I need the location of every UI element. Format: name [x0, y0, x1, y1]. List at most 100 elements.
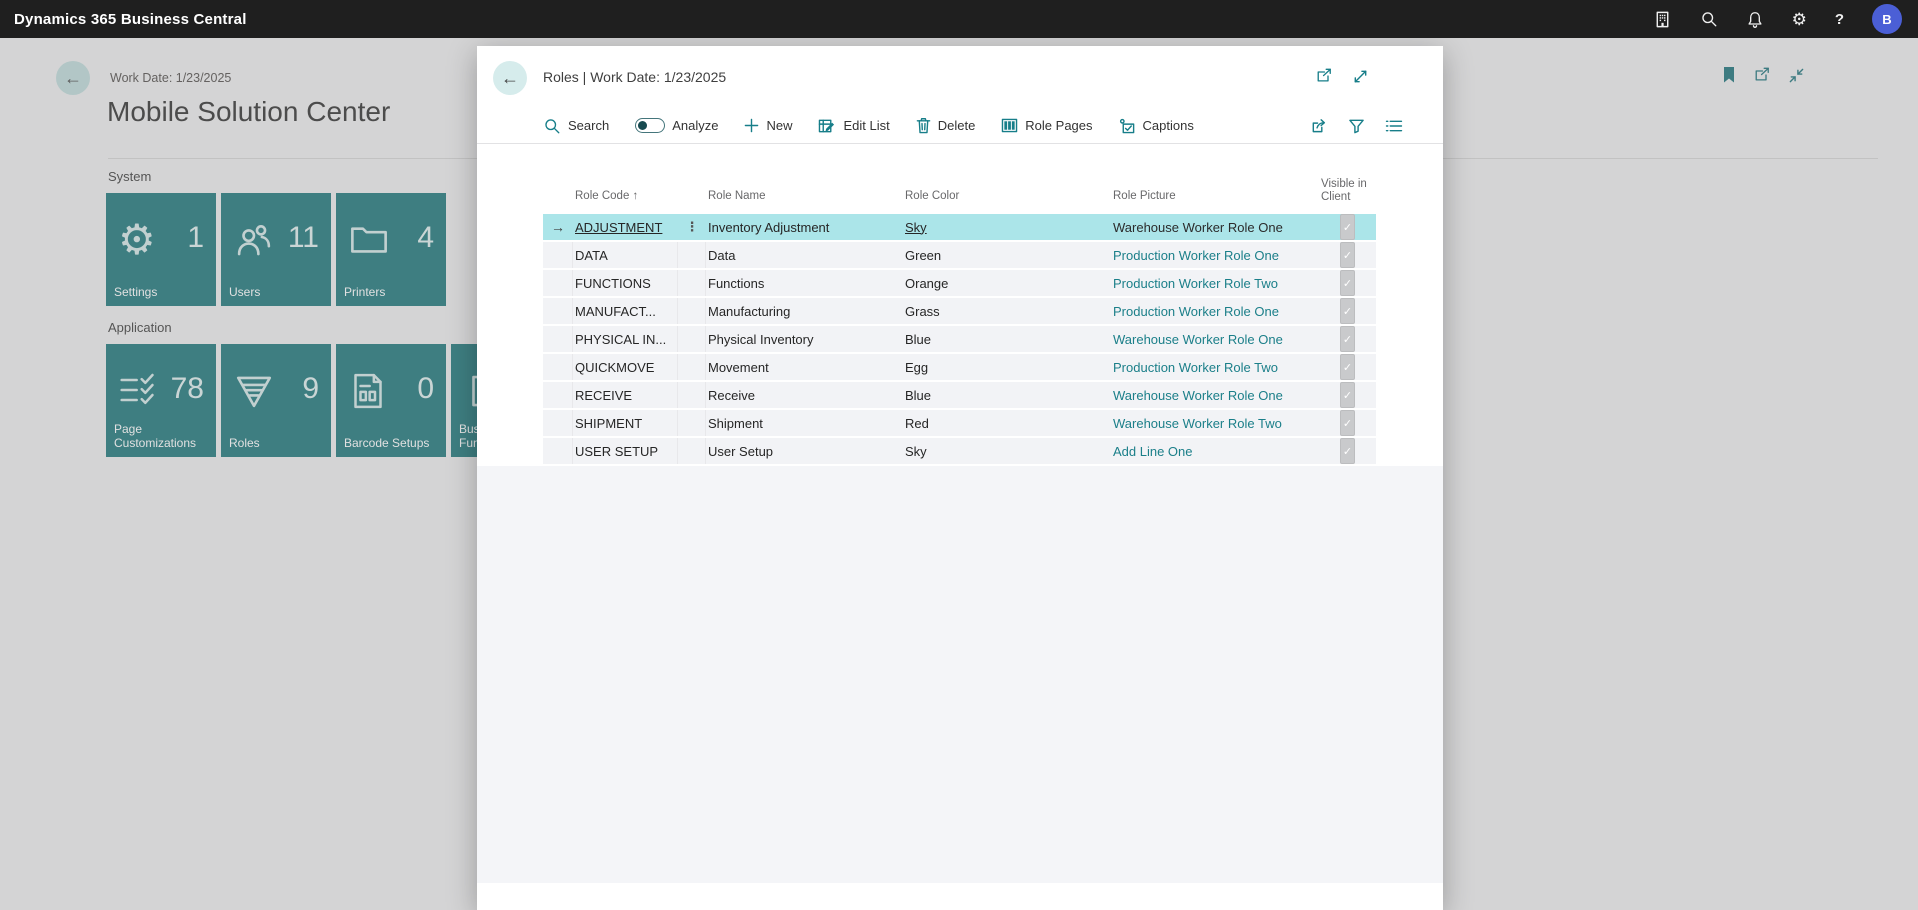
trash-icon — [916, 117, 931, 134]
table-row[interactable]: PHYSICAL IN... Physical Inventory Blue W… — [543, 326, 1376, 354]
row-menu-icon[interactable] — [678, 410, 706, 436]
row-menu-icon[interactable] — [678, 298, 706, 324]
screen: Dynamics 365 Business Central ⚙ ? B ← Wo… — [0, 0, 1918, 910]
cell-role-picture-link[interactable]: Warehouse Worker Role Two — [1111, 410, 1313, 436]
cell-role-color[interactable]: Egg — [903, 354, 1111, 380]
cell-role-name[interactable]: Receive — [706, 382, 903, 408]
filter-icon[interactable] — [1348, 118, 1365, 134]
cell-role-code[interactable]: DATA — [573, 242, 678, 268]
cell-role-picture-link[interactable]: Add Line One — [1111, 438, 1313, 464]
delete-button[interactable]: Delete — [916, 117, 976, 134]
list-toolbar: Search Analyze New Edit List Delete Role… — [543, 108, 1403, 143]
visible-checkbox: ✓ — [1340, 438, 1355, 464]
header-visible-in-client[interactable]: Visible in Client — [1321, 178, 1373, 204]
resize-dialog-icon[interactable] — [1352, 68, 1369, 85]
cell-role-code[interactable]: RECEIVE — [573, 382, 678, 408]
toolbar-divider — [477, 143, 1443, 144]
cell-role-code[interactable]: MANUFACT... — [573, 298, 678, 324]
table-row[interactable]: FUNCTIONS Functions Orange Production Wo… — [543, 270, 1376, 298]
notifications-icon[interactable] — [1746, 10, 1764, 29]
company-icon[interactable] — [1653, 10, 1672, 29]
open-in-new-window-icon[interactable] — [1315, 68, 1333, 85]
row-menu-icon[interactable] — [678, 382, 706, 408]
table-row[interactable]: SHIPMENT Shipment Red Warehouse Worker R… — [543, 410, 1376, 438]
table-row[interactable]: MANUFACT... Manufacturing Grass Producti… — [543, 298, 1376, 326]
table-row[interactable]: USER SETUP User Setup Sky Add Line One ✓ — [543, 438, 1376, 466]
cell-role-color[interactable]: Red — [903, 410, 1111, 436]
cell-role-picture-link[interactable]: Warehouse Worker Role One — [1111, 214, 1313, 240]
dialog-title: Roles | Work Date: 1/23/2025 — [543, 46, 726, 108]
selected-row-arrow-icon — [543, 298, 573, 324]
dialog-back-button[interactable]: ← — [493, 61, 527, 95]
header-role-name[interactable]: Role Name — [708, 190, 766, 202]
header-role-color[interactable]: Role Color — [905, 190, 959, 202]
cell-role-code[interactable]: USER SETUP — [573, 438, 678, 464]
settings-gear-icon[interactable]: ⚙ — [1792, 11, 1807, 28]
selected-row-arrow-icon — [543, 382, 573, 408]
cell-role-name[interactable]: Functions — [706, 270, 903, 296]
list-view-icon[interactable] — [1385, 119, 1403, 133]
header-role-code[interactable]: Role Code ↑ — [575, 190, 638, 202]
cell-role-picture-link[interactable]: Production Worker Role Two — [1111, 354, 1313, 380]
analyze-toggle[interactable] — [635, 118, 665, 133]
new-button[interactable]: New — [744, 118, 792, 133]
cell-role-picture-link[interactable]: Warehouse Worker Role One — [1111, 382, 1313, 408]
cell-role-picture-link[interactable]: Warehouse Worker Role One — [1111, 326, 1313, 352]
cell-role-name[interactable]: Data — [706, 242, 903, 268]
visible-checkbox: ✓ — [1340, 354, 1355, 380]
search-button[interactable]: Search — [543, 117, 609, 135]
user-avatar[interactable]: B — [1872, 4, 1902, 34]
row-menu-icon[interactable] — [678, 438, 706, 464]
cell-role-color[interactable]: Sky — [903, 214, 1111, 240]
role-pages-button[interactable]: Role Pages — [1001, 118, 1092, 133]
header-role-picture[interactable]: Role Picture — [1113, 190, 1176, 202]
selected-row-arrow-icon: → — [543, 214, 573, 240]
cell-role-name[interactable]: Shipment — [706, 410, 903, 436]
cell-role-name[interactable]: Physical Inventory — [706, 326, 903, 352]
cell-visible-in-client: ✓ — [1313, 410, 1376, 436]
visible-checkbox: ✓ — [1340, 214, 1355, 240]
captions-button[interactable]: Captions — [1119, 118, 1194, 134]
cell-role-name[interactable]: User Setup — [706, 438, 903, 464]
cell-role-name[interactable]: Movement — [706, 354, 903, 380]
cell-role-code[interactable]: ADJUSTMENT — [573, 214, 678, 240]
table-row[interactable]: RECEIVE Receive Blue Warehouse Worker Ro… — [543, 382, 1376, 410]
empty-rows-area — [477, 466, 1443, 883]
row-menu-icon[interactable] — [678, 354, 706, 380]
visible-checkbox: ✓ — [1340, 242, 1355, 268]
search-icon[interactable] — [1700, 10, 1718, 28]
sort-ascending-icon: ↑ — [633, 190, 639, 202]
cell-role-name[interactable]: Manufacturing — [706, 298, 903, 324]
help-icon[interactable]: ? — [1835, 12, 1844, 27]
visible-checkbox: ✓ — [1340, 382, 1355, 408]
cell-role-color[interactable]: Green — [903, 242, 1111, 268]
cell-role-color[interactable]: Blue — [903, 382, 1111, 408]
cell-role-code[interactable]: SHIPMENT — [573, 410, 678, 436]
cell-role-color[interactable]: Blue — [903, 326, 1111, 352]
cell-role-picture-link[interactable]: Production Worker Role Two — [1111, 270, 1313, 296]
cell-role-color[interactable]: Orange — [903, 270, 1111, 296]
cell-visible-in-client: ✓ — [1313, 214, 1376, 240]
cell-role-color[interactable]: Grass — [903, 298, 1111, 324]
edit-list-icon — [818, 118, 836, 134]
table-row[interactable]: DATA Data Green Production Worker Role O… — [543, 242, 1376, 270]
row-menu-icon[interactable]: ⋮ — [678, 214, 706, 240]
cell-role-code[interactable]: QUICKMOVE — [573, 354, 678, 380]
cell-visible-in-client: ✓ — [1313, 242, 1376, 268]
table-row[interactable]: QUICKMOVE Movement Egg Production Worker… — [543, 354, 1376, 382]
cell-role-color[interactable]: Sky — [903, 438, 1111, 464]
table-row[interactable]: → ADJUSTMENT ⋮ Inventory Adjustment Sky … — [543, 214, 1376, 242]
row-menu-icon[interactable] — [678, 242, 706, 268]
row-menu-icon[interactable] — [678, 326, 706, 352]
cell-role-name[interactable]: Inventory Adjustment — [706, 214, 903, 240]
share-icon[interactable] — [1309, 117, 1328, 134]
cell-role-code[interactable]: FUNCTIONS — [573, 270, 678, 296]
visible-checkbox: ✓ — [1340, 410, 1355, 436]
edit-list-button[interactable]: Edit List — [818, 118, 889, 134]
cell-role-code[interactable]: PHYSICAL IN... — [573, 326, 678, 352]
selected-row-arrow-icon — [543, 242, 573, 268]
cell-role-picture-link[interactable]: Production Worker Role One — [1111, 298, 1313, 324]
search-icon — [543, 117, 561, 135]
row-menu-icon[interactable] — [678, 270, 706, 296]
cell-role-picture-link[interactable]: Production Worker Role One — [1111, 242, 1313, 268]
